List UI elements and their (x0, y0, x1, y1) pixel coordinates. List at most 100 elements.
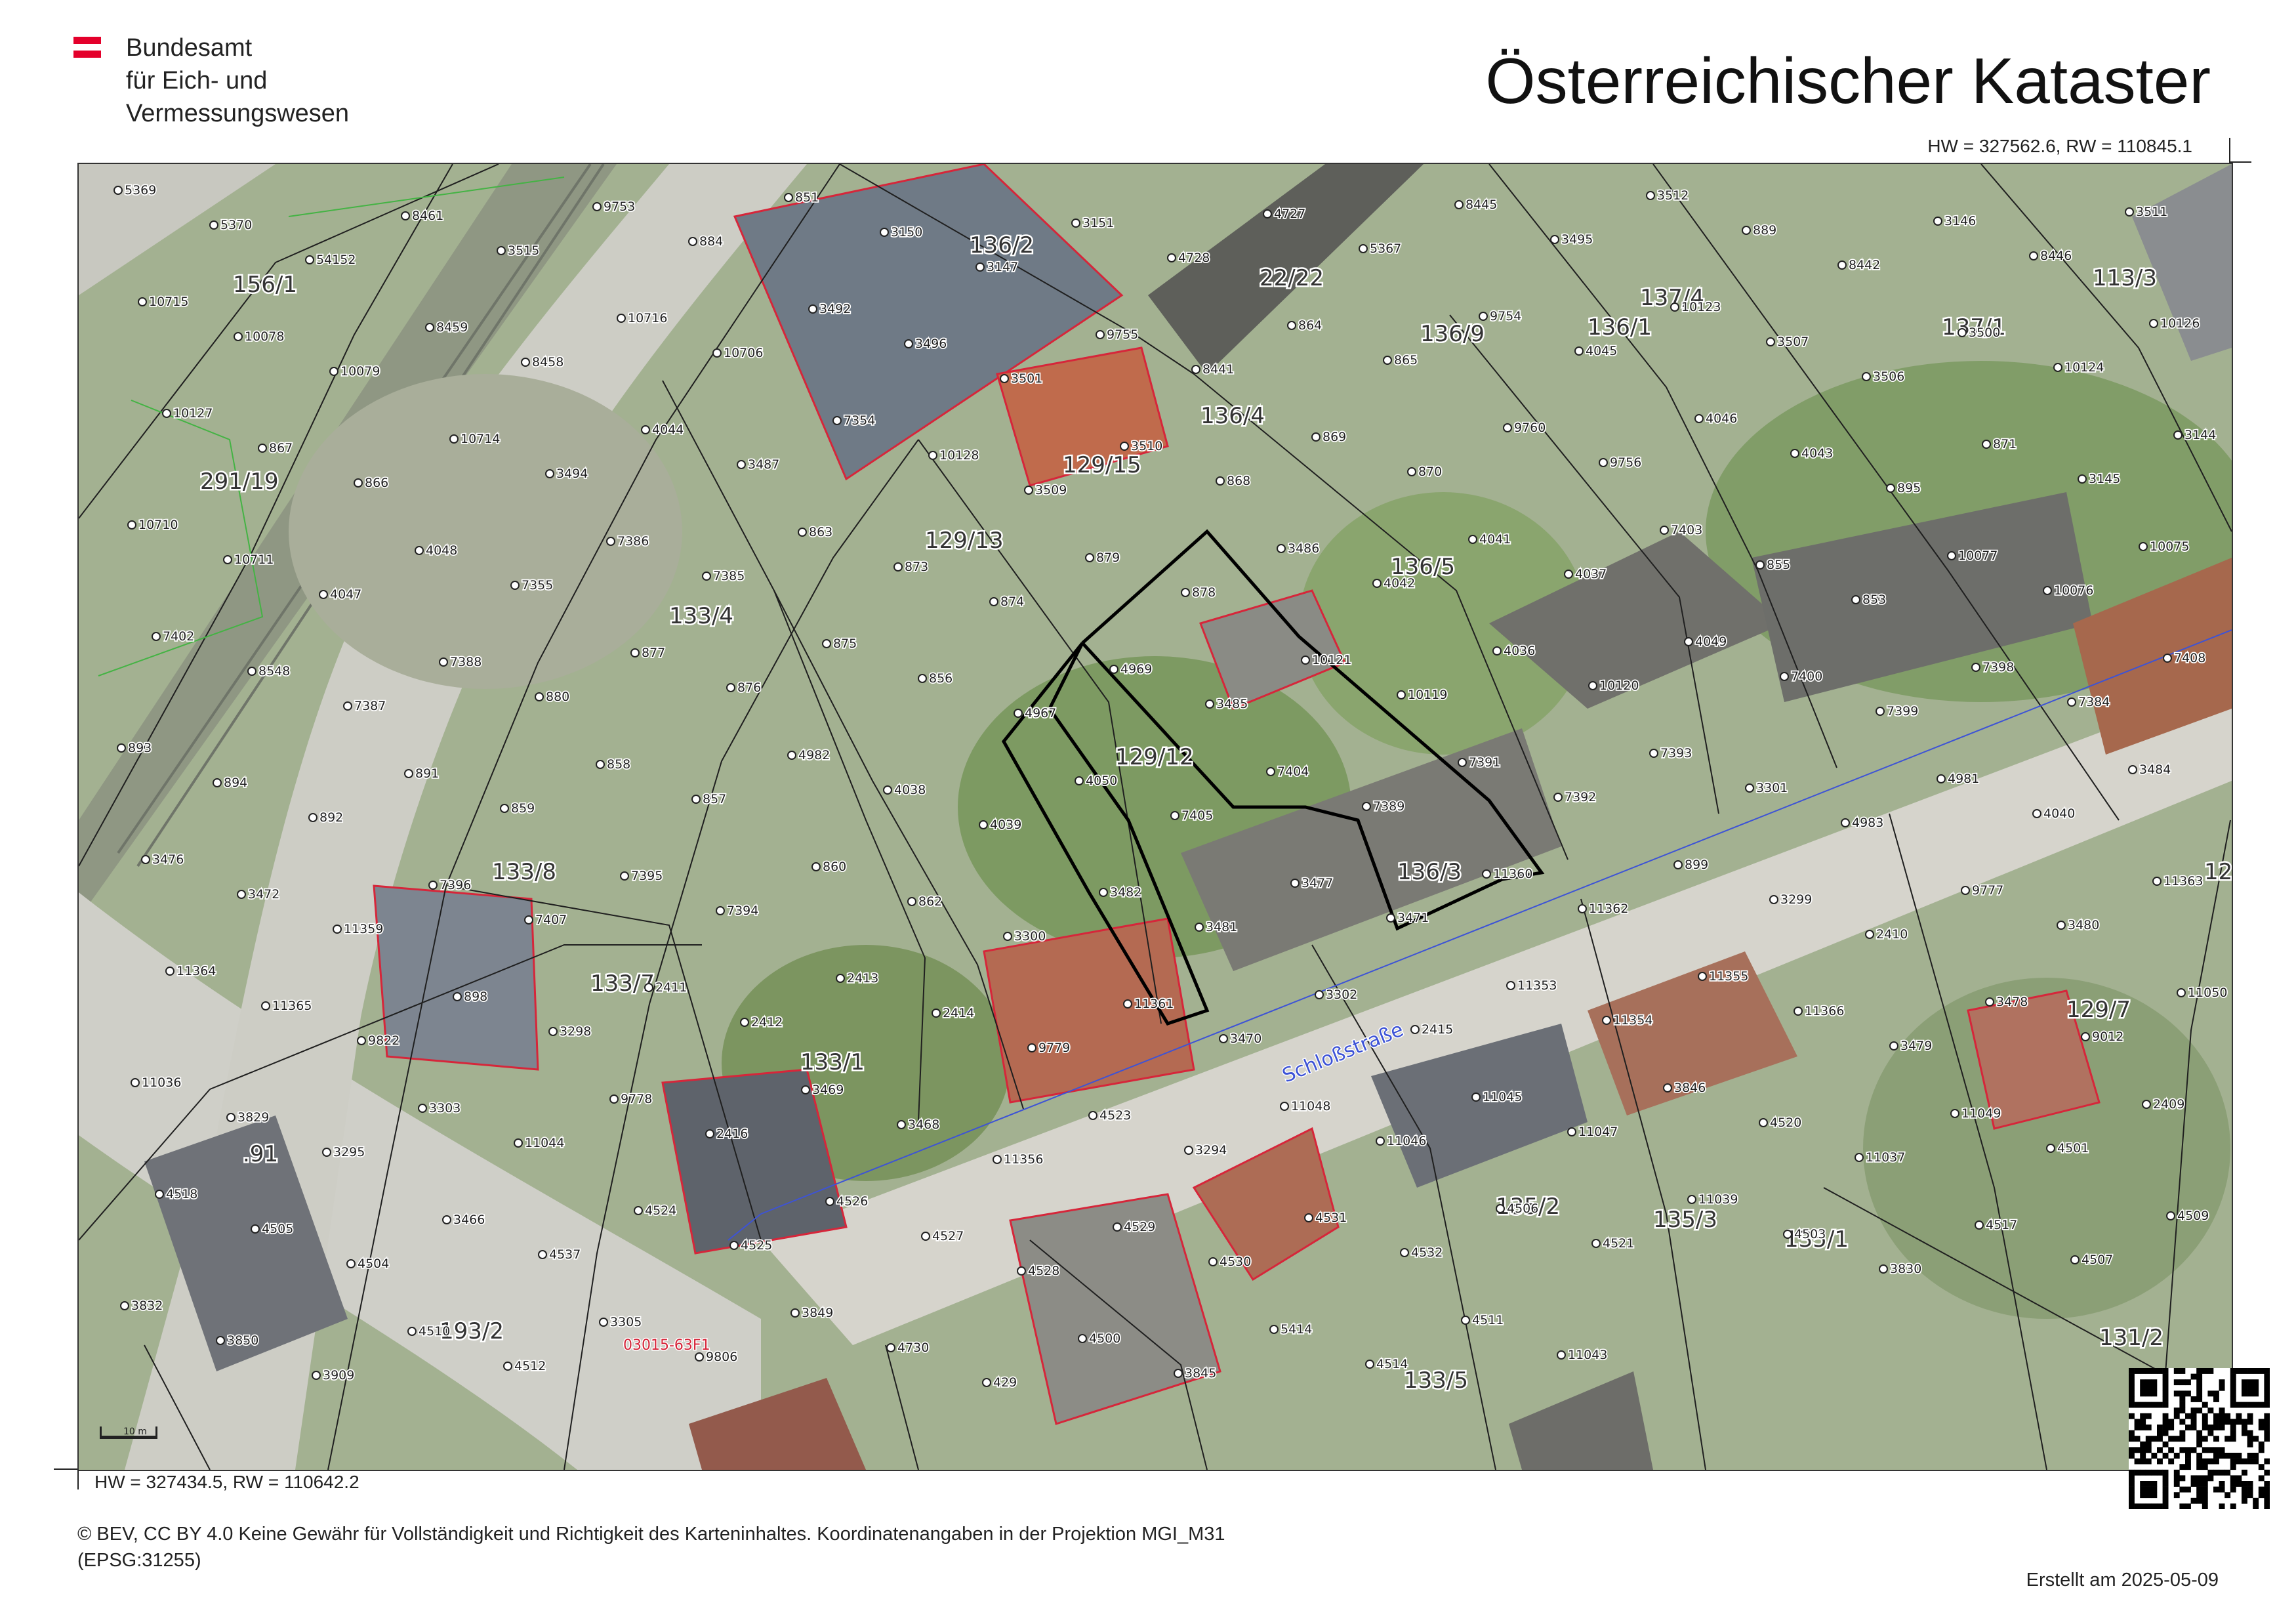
parcel-label[interactable]: 291/19 (199, 467, 281, 497)
point-number: 3468 (908, 1117, 939, 1132)
point-number: 857 (703, 792, 726, 806)
point-number: 4047 (330, 587, 361, 602)
parcel-label[interactable]: 22/22 (1258, 264, 1326, 293)
point-number: 7391 (1469, 755, 1500, 770)
point-number: 871 (1993, 437, 2017, 451)
point-number: 7393 (1660, 746, 1692, 760)
point-number: 865 (1394, 353, 1418, 367)
created-date: Erstellt am 2025-05-09 (2026, 1570, 2219, 1591)
point-number: 8442 (1849, 258, 1880, 272)
austria-flag-icon (73, 37, 101, 58)
point-number: 3150 (891, 225, 922, 239)
cadastral-map[interactable]: 156/1 291/19 136/2 22/22 137/4 113/3 137/1 136/… (77, 163, 2233, 1471)
parcel-label[interactable]: 133/5 (1403, 1366, 1470, 1396)
point-number: 11039 (1698, 1192, 1738, 1207)
point-number: 10124 (2064, 360, 2104, 375)
bev-logo: Bundesamt für Eich- und Vermessungswesen (73, 31, 349, 130)
point-number: 7355 (522, 578, 553, 593)
point-number: 4526 (836, 1194, 868, 1209)
parcel-label[interactable]: 129/7 (2065, 995, 2133, 1025)
parcel-label[interactable]: .91 (241, 1140, 280, 1169)
point-number: 4503 (1794, 1227, 1826, 1241)
point-number: 3146 (1944, 214, 1976, 228)
parcel-label[interactable]: 131/2 (2098, 1323, 2165, 1353)
point-number: 3470 (1230, 1031, 1261, 1046)
parcel-label[interactable]: 133/8 (491, 858, 558, 887)
point-number: 10128 (939, 448, 979, 463)
parcel-label[interactable]: 129/15 (1061, 451, 1143, 480)
parcel-label[interactable]: 129/9 (2203, 858, 2232, 887)
point-number: 10716 (628, 311, 667, 325)
point-number: 10121 (1312, 653, 1351, 667)
parcel-label[interactable]: 136/9 (1419, 320, 1486, 349)
point-number: 4525 (741, 1238, 772, 1253)
point-number: 8446 (2040, 249, 2072, 263)
point-number: 11050 (2188, 986, 2227, 1000)
point-number: 4048 (426, 543, 457, 558)
point-number: 4042 (1384, 576, 1415, 591)
point-number: 3484 (2139, 762, 2171, 777)
point-number: 11363 (2163, 874, 2203, 888)
point-number: 8548 (258, 664, 290, 678)
point-number: 4981 (1948, 772, 1979, 786)
point-number: 3300 (1014, 929, 1046, 944)
parcel-label[interactable]: 136/1 (1586, 313, 1654, 343)
point-number: 7354 (844, 413, 875, 428)
point-number: 860 (823, 860, 846, 874)
point-number: 4532 (1411, 1245, 1443, 1260)
point-number: 876 (737, 680, 761, 695)
point-number: 9753 (604, 199, 635, 214)
point-number: 10123 (1681, 300, 1721, 314)
point-number: 3487 (748, 457, 779, 472)
point-number: 9755 (1107, 327, 1138, 342)
qr-code[interactable] (2129, 1368, 2270, 1510)
point-number: 4505 (262, 1222, 293, 1236)
point-number: 7402 (163, 629, 194, 644)
point-number: 875 (833, 636, 857, 651)
parcel-label[interactable]: 133/4 (668, 602, 735, 631)
point-number: 3501 (1011, 371, 1042, 386)
point-number: 3466 (453, 1213, 485, 1227)
parcel-label[interactable]: 135/3 (1652, 1205, 1719, 1235)
point-number: 11365 (272, 999, 312, 1013)
parcel-label[interactable]: 136/2 (968, 231, 1036, 260)
point-number: 8441 (1202, 362, 1234, 377)
point-number: 9756 (1610, 455, 1641, 470)
point-number: 4728 (1178, 251, 1210, 265)
point-number: 877 (642, 646, 665, 660)
parcel-label[interactable]: 136/3 (1396, 858, 1464, 887)
point-number: 10120 (1599, 678, 1639, 693)
point-number: 3510 (1131, 439, 1162, 453)
point-number: 7395 (631, 869, 663, 883)
point-number: 2415 (1422, 1022, 1453, 1037)
point-number: 8461 (412, 209, 443, 223)
corner-tick-top-right (2229, 138, 2230, 161)
point-number: 3145 (2089, 472, 2120, 486)
point-number: 11048 (1291, 1099, 1330, 1114)
point-number: 2412 (751, 1015, 783, 1030)
point-number: 7408 (2174, 651, 2205, 665)
point-number: 3507 (1777, 335, 1809, 349)
point-number: 11356 (1004, 1152, 1043, 1167)
parcel-label[interactable]: 133/1 (799, 1048, 867, 1077)
point-number: 7404 (1277, 764, 1309, 779)
parcel-label[interactable]: 113/3 (2091, 264, 2159, 293)
point-number: 3495 (1561, 232, 1593, 247)
point-number: 8458 (532, 355, 564, 369)
point-number: 11047 (1578, 1125, 1618, 1139)
point-number: 11043 (1568, 1348, 1607, 1362)
point-number: 10079 (340, 364, 380, 379)
point-number: 7385 (713, 569, 745, 583)
point-number: 2414 (943, 1006, 974, 1020)
point-number: 11037 (1866, 1150, 1905, 1165)
point-number: 3830 (1890, 1262, 1921, 1276)
parcel-label[interactable]: 136/4 (1199, 402, 1267, 431)
point-number: 11046 (1387, 1134, 1426, 1148)
parcel-label[interactable]: 129/12 (1114, 743, 1196, 772)
coordinate-top-right: HW = 327562.6, RW = 110845.1 (1927, 136, 2192, 156)
point-number: 893 (128, 741, 152, 755)
point-number: 5367 (1370, 241, 1401, 256)
parcel-label[interactable]: 156/1 (232, 270, 299, 300)
parcel-label[interactable]: 133/7 (589, 969, 657, 999)
parcel-label[interactable]: 129/13 (924, 526, 1006, 556)
